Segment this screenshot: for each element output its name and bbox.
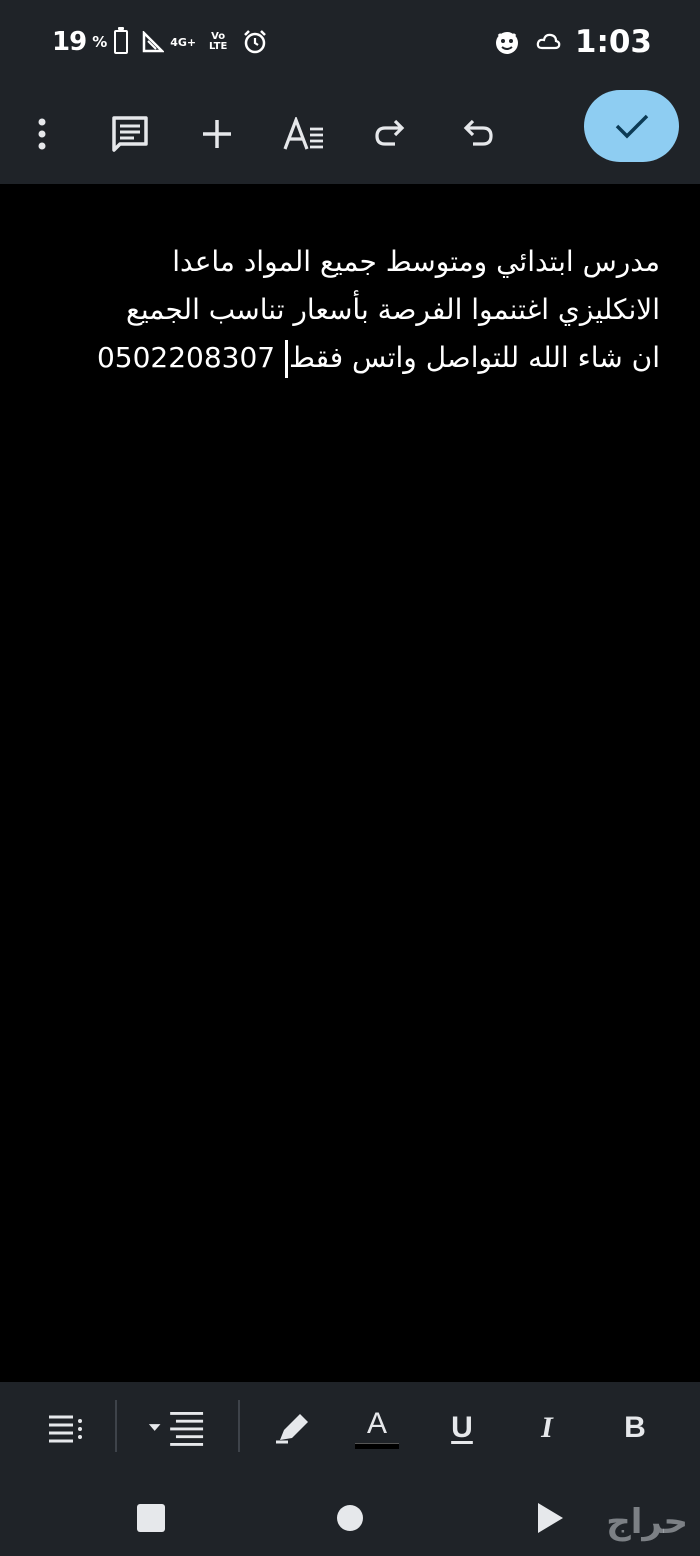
editor-toolbar (0, 84, 700, 184)
document-line[interactable]: الانكليزي اغتنموا الفرصة بأسعار تناسب ال… (40, 286, 660, 334)
comment-button[interactable] (102, 106, 158, 162)
text-format-icon (283, 117, 323, 150)
app-notification-icon (495, 32, 518, 54)
italic-button[interactable]: I (517, 1400, 577, 1456)
redo-icon (375, 119, 405, 146)
underline-button[interactable]: U (432, 1400, 492, 1456)
highlighter-pen-icon (276, 1414, 308, 1444)
recent-apps-button[interactable] (123, 1490, 179, 1546)
haraj-watermark: حراج (606, 1502, 688, 1542)
alarm-icon (244, 30, 267, 54)
numbered-list-icon (49, 1415, 82, 1443)
text-color-button[interactable]: A (347, 1400, 407, 1456)
status-bar: 19 % 4G+ Vo LTE 1:03 (0, 0, 700, 84)
network-type: 4G+ (170, 35, 197, 49)
document-line-with-caret[interactable]: ان شاء الله للتواصل واتس فقط 0502208307 (40, 334, 660, 382)
confirm-button[interactable] (584, 90, 679, 162)
weather-cloud-icon (536, 33, 561, 50)
bold-icon: B (624, 1411, 646, 1444)
battery-icon (114, 27, 129, 54)
more-vert-icon (38, 118, 46, 150)
undo-icon (463, 119, 493, 146)
status-left: 19 % 4G+ Vo LTE (52, 22, 268, 62)
status-right: 1:03 (493, 20, 652, 64)
home-button[interactable] (322, 1490, 378, 1546)
more-options-button[interactable] (14, 106, 70, 162)
system-nav-bar: حراج (0, 1476, 700, 1556)
bold-button[interactable]: B (605, 1400, 665, 1456)
insert-plus-icon (203, 120, 231, 148)
highlight-button[interactable] (262, 1400, 322, 1456)
battery-unit: % (92, 33, 107, 51)
underline-icon: U (451, 1411, 473, 1444)
volte-indicator: Vo LTE (208, 31, 228, 52)
text-color-icon: A (366, 1407, 387, 1440)
format-bar: A U I B (0, 1382, 700, 1476)
square-icon (137, 1504, 165, 1532)
confirm-check-icon (615, 114, 648, 139)
circle-icon (337, 1505, 363, 1531)
document-line[interactable]: ان شاء الله للتواصل واتس فقط (289, 341, 660, 374)
clock: 1:03 (574, 24, 652, 60)
insert-button[interactable] (189, 106, 245, 162)
divider (238, 1400, 240, 1452)
text-format-button[interactable] (276, 106, 332, 162)
document-editor[interactable]: مدرس ابتدائي ومتوسط جميع المواد ماعدا ال… (40, 238, 660, 382)
phone-number[interactable]: 0502208307 (97, 341, 275, 374)
list-button[interactable] (35, 1400, 95, 1456)
divider (115, 1400, 117, 1452)
battery-percent: 19 (52, 27, 87, 57)
redo-button[interactable] (362, 106, 418, 162)
triangle-play-icon (538, 1503, 563, 1533)
align-dropdown-icon (148, 1412, 204, 1446)
undo-button[interactable] (450, 106, 506, 162)
text-cursor (285, 340, 288, 378)
comment-icon (112, 116, 148, 152)
text-color-swatch (355, 1443, 399, 1449)
back-button[interactable] (522, 1490, 578, 1546)
document-line[interactable]: مدرس ابتدائي ومتوسط جميع المواد ماعدا (40, 238, 660, 286)
italic-icon: I (541, 1411, 553, 1444)
alignment-button[interactable] (145, 1400, 205, 1456)
signal-icon (142, 31, 165, 53)
